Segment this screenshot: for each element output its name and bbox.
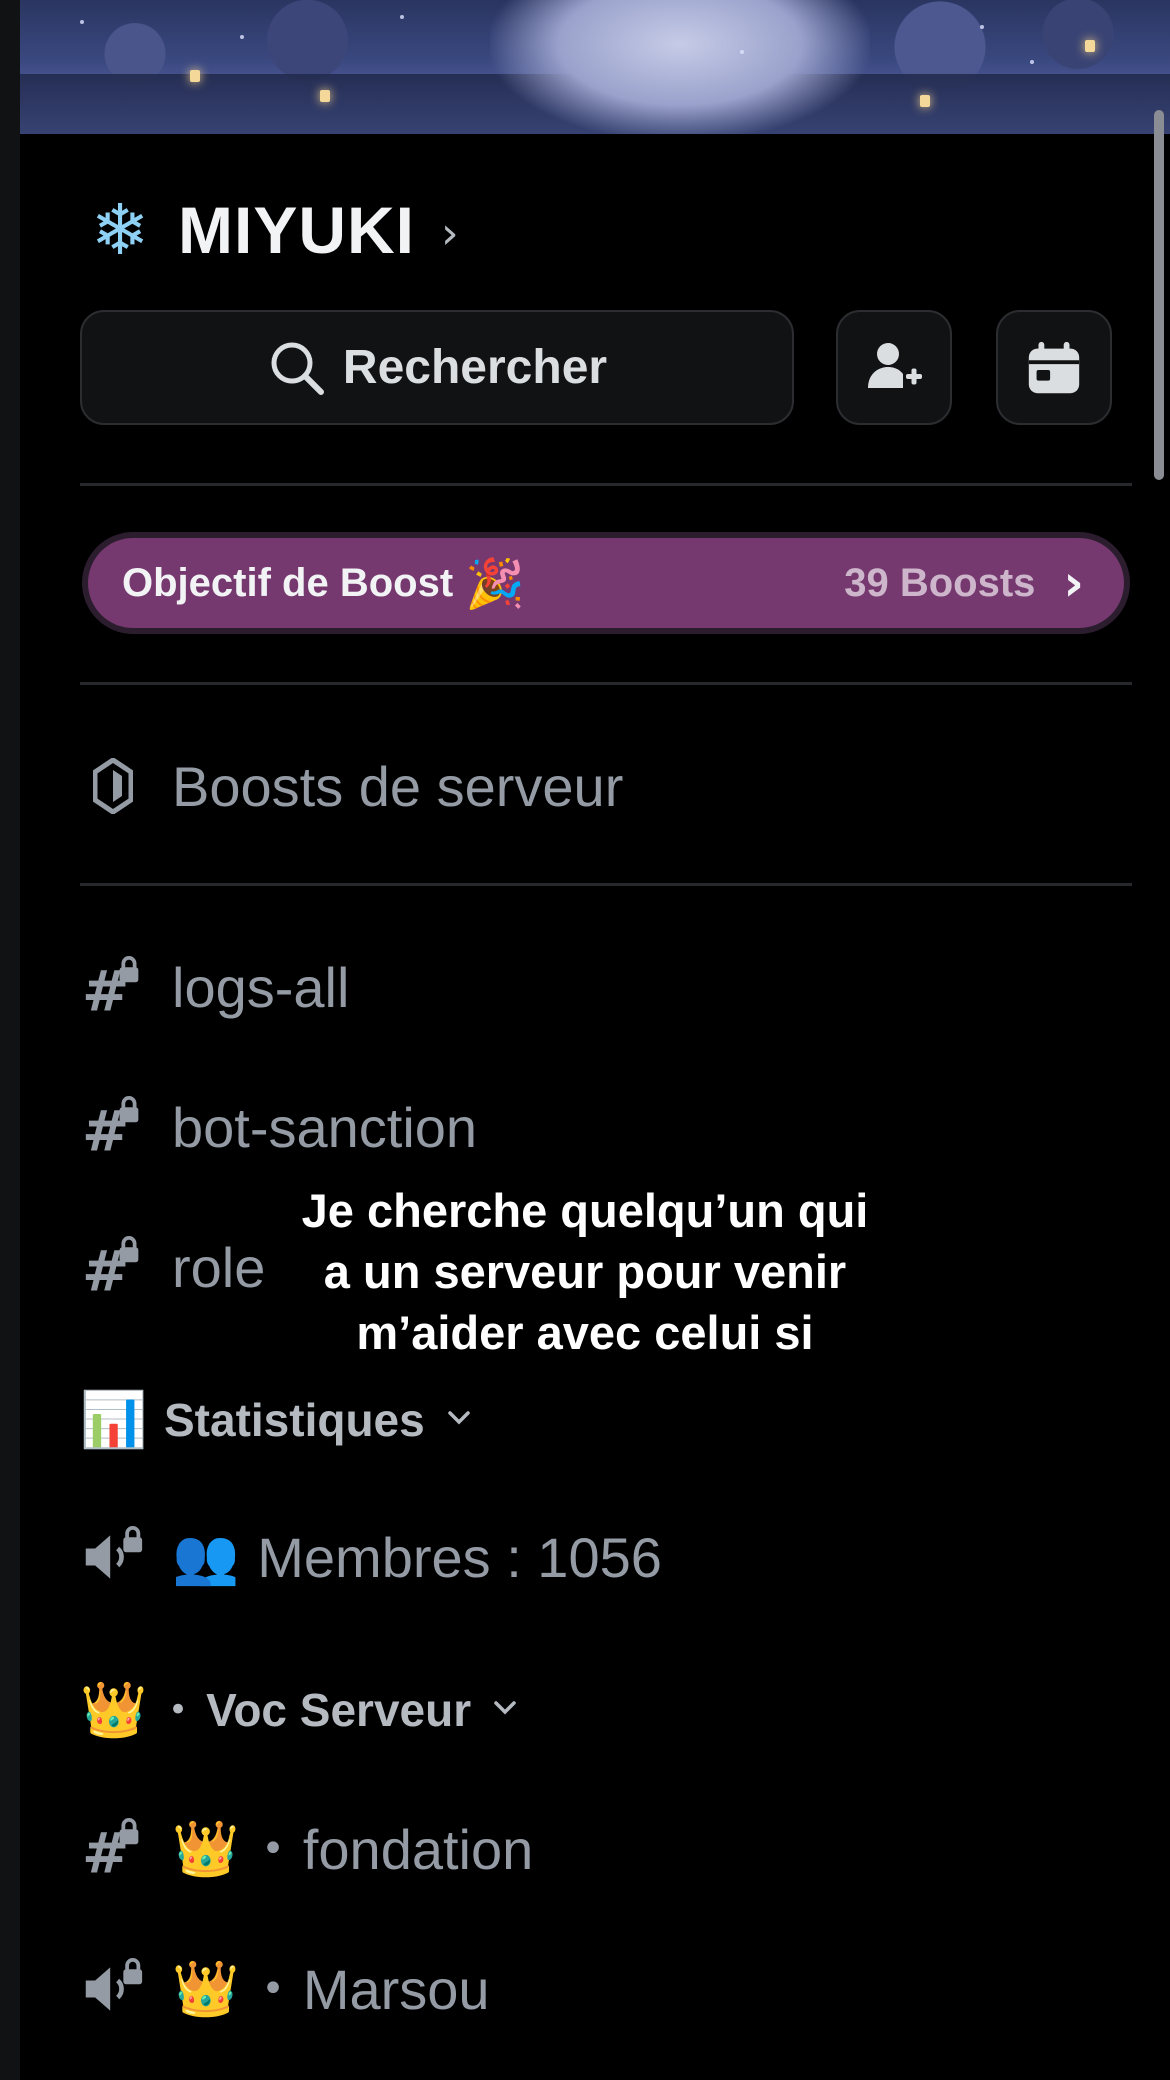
calendar-icon (1028, 341, 1080, 393)
search-label: Rechercher (342, 341, 608, 394)
left-edge (0, 0, 20, 2080)
boost-gem-icon (80, 753, 146, 819)
search-button[interactable]: Rechercher (80, 310, 794, 425)
locked-text-channel-icon: # (80, 1816, 146, 1882)
server-name: MIYUKI (178, 193, 415, 267)
members-icon: 👥 (172, 1525, 240, 1588)
divider (80, 483, 1132, 486)
caption-line: m’aider avec celui si (356, 1306, 814, 1359)
caption-line: a un serveur pour venir (323, 1245, 847, 1298)
events-button[interactable] (996, 310, 1112, 425)
server-header[interactable]: ❄ MIYUKI › (80, 190, 459, 270)
chevron-down-icon (493, 1700, 517, 1720)
channel-name: fondation (302, 1817, 534, 1881)
locked-text-channel-icon: # (80, 1094, 146, 1160)
locked-voice-channel-icon (80, 1956, 146, 2022)
chevron-right-icon: › (441, 207, 459, 259)
boost-goal-button[interactable]: Objectif de Boost 🎉 39 Boosts › (82, 532, 1130, 634)
overlay-caption: Je cherche quelqu’un qui a un serveur po… (0, 1180, 1170, 1363)
crown-icon: 👑 (80, 1678, 148, 1741)
voice-channel-item[interactable]: 👥 Membres : 1056 (80, 1524, 662, 1590)
invite-members-button[interactable] (836, 310, 952, 425)
scrollbar[interactable] (1154, 110, 1164, 480)
category-voc-serveur[interactable]: 👑 • Voc Serveur (80, 1683, 517, 1737)
crown-icon: 👑 (172, 1817, 240, 1880)
boost-count: 39 Boosts (844, 560, 1036, 605)
category-label: Voc Serveur (206, 1684, 472, 1736)
locked-voice-channel-icon (80, 1524, 146, 1590)
category-label: Statistiques (164, 1394, 425, 1446)
channel-item[interactable]: # bot-sanction (80, 1094, 477, 1160)
separator-dot: • (261, 1966, 285, 2012)
channel-panel: ❄ MIYUKI › Rechercher Objectif de Boost … (20, 0, 1170, 2080)
channel-name: Marsou (302, 1957, 490, 2021)
channel-name: logs-all (172, 955, 350, 1019)
snowflake-icon: ❄ (90, 189, 150, 271)
chevron-right-icon: › (1063, 554, 1084, 612)
caption-line: Je cherche quelqu’un qui (301, 1184, 869, 1237)
channel-item[interactable]: # logs-all (80, 954, 349, 1020)
crown-icon: 👑 (172, 1957, 240, 2020)
party-popper-icon: 🎉 (465, 555, 525, 612)
search-icon (271, 342, 324, 395)
locked-text-channel-icon: # (80, 954, 146, 1020)
chevron-down-icon (447, 1410, 471, 1430)
channel-item[interactable]: # 👑 • fondation (80, 1816, 533, 1882)
add-member-icon (868, 342, 922, 388)
category-statistiques[interactable]: 📊 Statistiques (80, 1393, 471, 1447)
boost-goal-title: Objectif de Boost (122, 560, 454, 605)
divider (80, 682, 1132, 685)
server-banner (20, 0, 1170, 134)
divider (80, 883, 1132, 886)
voice-channel-item[interactable]: 👑 • Marsou (80, 1956, 490, 2022)
channel-name: bot-sanction (172, 1095, 478, 1159)
server-boosts-label: Boosts de serveur (172, 754, 624, 818)
separator-dot: • (261, 1826, 285, 1872)
channel-name: Membres : 1056 (257, 1525, 662, 1589)
bar-chart-icon: 📊 (80, 1388, 148, 1451)
separator-dot: • (168, 1690, 189, 1730)
server-boosts-item[interactable]: Boosts de serveur (80, 753, 623, 819)
